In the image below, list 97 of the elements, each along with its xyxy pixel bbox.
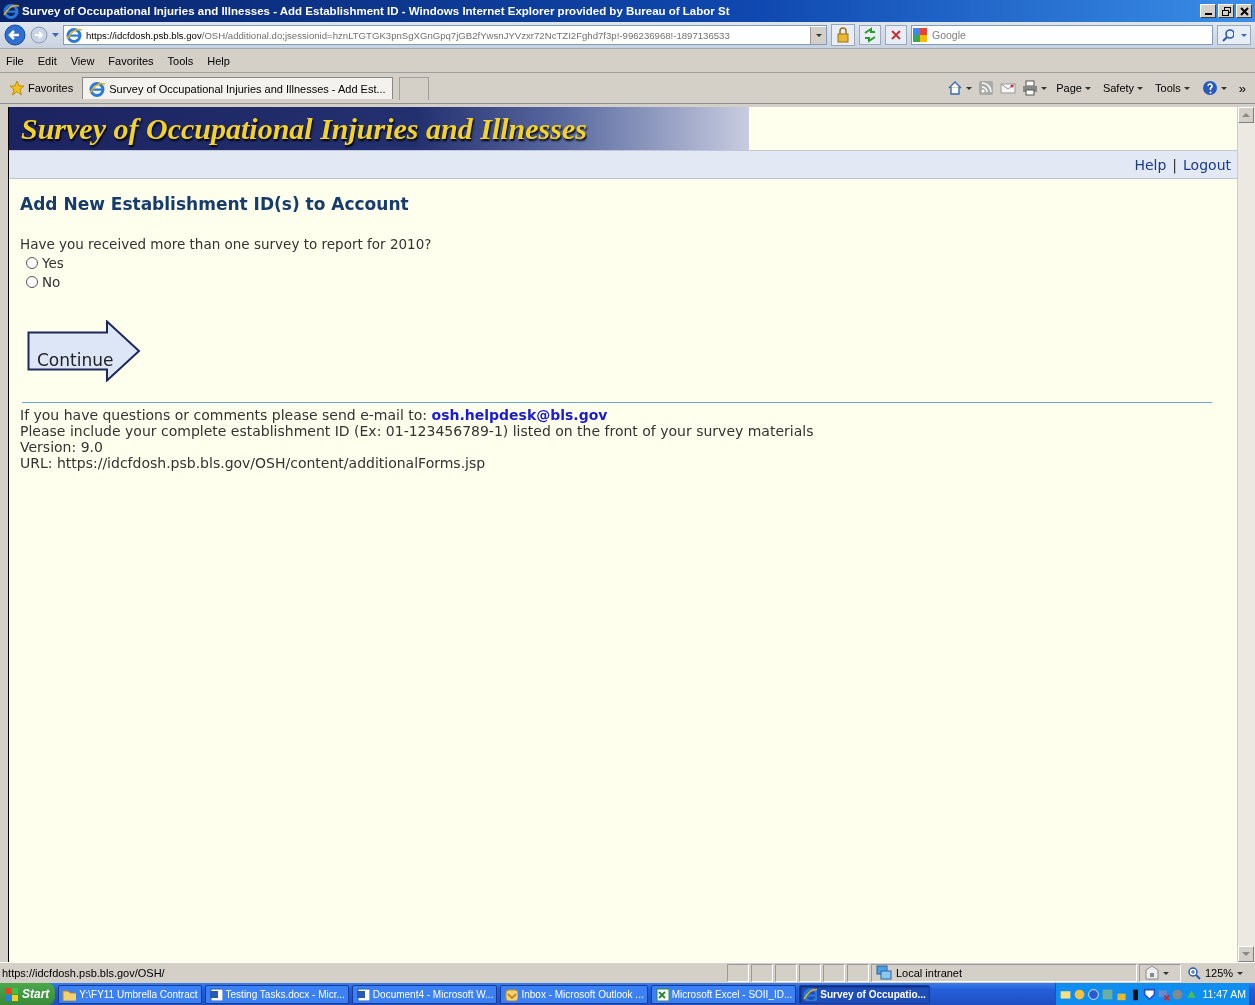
footer-text: Please include your complete establishment ID (Ex: 01-123456789-1) listed on the front of your survey materials (20, 423, 815, 439)
restore-icon (1220, 5, 1232, 17)
separator-text: | (1172, 156, 1178, 173)
taskbar-button[interactable]: Microsoft Excel - SOII_ID... (650, 984, 797, 1004)
close-icon (1238, 5, 1250, 17)
clock: 11:47 AM (1202, 988, 1246, 1000)
star-icon (9, 80, 25, 96)
menu-item[interactable]: Favorites (108, 54, 154, 67)
status-pane (847, 964, 869, 982)
caret-icon (1084, 86, 1091, 90)
mail-icon[interactable] (1000, 80, 1017, 96)
menu-item[interactable]: View (70, 54, 95, 67)
taskbar-button[interactable]: Inbox - Microsoft Outlook ... (500, 984, 648, 1004)
minimize-button[interactable] (1200, 4, 1216, 18)
lock-icon (835, 27, 851, 43)
taskbar-button[interactable]: Testing Tasks.docx - Micr... (204, 984, 349, 1004)
back-button[interactable] (4, 24, 26, 46)
refresh-button[interactable] (859, 25, 881, 45)
option-label: No (42, 274, 61, 290)
start-button[interactable]: Start (0, 983, 56, 1005)
taskbar-button[interactable]: Y:\FY11 Umbrella Contract (58, 984, 202, 1004)
favorites-button[interactable]: Favorites (6, 80, 77, 96)
status-text: https://idcfdosh.psb.bls.gov/OSH/ (2, 967, 166, 979)
refresh-icon (862, 27, 878, 43)
browser-icon (3, 3, 19, 19)
radio-button[interactable] (26, 257, 38, 269)
caret-icon (1137, 86, 1144, 90)
radio-button[interactable] (26, 276, 38, 288)
banner-title: Survey of Occupational Injuries and Illnesses (21, 111, 587, 146)
close-button[interactable] (1236, 4, 1252, 18)
help-icon (1201, 80, 1218, 96)
command-button[interactable]: Safety (1099, 82, 1147, 94)
option-label: Yes (42, 255, 64, 271)
browser-icon (803, 987, 818, 1001)
email-link[interactable]: osh.helpdesk@bls.gov (431, 407, 608, 423)
more-button[interactable]: » (1235, 80, 1249, 96)
address-field[interactable]: https://idcfdosh.psb.bls.gov/OSH/additional.do;jsessionid=hznLTGTGK3pnSgXGnGpq7jGB2fYwsnJYVzxr72NcTZI2Fghd7f3p!-996236968!-1897136533 (63, 25, 827, 45)
window-title: Survey of Occupational Injuries and Illnesses - Add Establishment ID - Windows Internet Explorer provided by Bureau of Labor St (22, 5, 731, 17)
caret-icon[interactable] (1163, 971, 1169, 975)
taskbar-button[interactable]: Survey of Occupatio... (799, 984, 930, 1004)
nav-link[interactable]: Logout (1183, 156, 1231, 173)
spreadsheet-icon (654, 987, 669, 1001)
browser-tab[interactable]: Survey of Occupational Injuries and Illnesses - Add Est... (82, 77, 393, 99)
caret-icon (1220, 86, 1227, 90)
windows-logo-icon (4, 986, 19, 1002)
minimize-icon (1204, 13, 1212, 15)
search-button[interactable] (1217, 25, 1251, 45)
printer-icon[interactable] (1022, 80, 1039, 96)
caret-icon[interactable] (966, 86, 973, 90)
zoom-icon (1187, 966, 1201, 980)
nav-link[interactable]: Help (1134, 156, 1167, 173)
history-caret-icon[interactable] (52, 33, 59, 37)
status-pane (727, 964, 749, 982)
network-icon (876, 965, 892, 981)
status-pane (823, 964, 845, 982)
scrollbar[interactable] (1237, 107, 1255, 962)
document-icon (208, 987, 223, 1001)
menu-item[interactable]: Tools (167, 54, 194, 67)
command-button[interactable]: Tools (1152, 82, 1193, 94)
page-heading: Add New Establishment ID(s) to Account (20, 194, 410, 214)
search-provider-icon (912, 27, 928, 43)
forward-button[interactable] (30, 26, 48, 44)
document-icon (355, 987, 370, 1001)
restore-button[interactable] (1218, 4, 1234, 18)
search-field[interactable]: Google (911, 25, 1213, 45)
scroll-up-icon[interactable] (1242, 113, 1250, 117)
footer-text: Version: 9.0 (20, 439, 104, 455)
caret-icon[interactable] (1041, 86, 1048, 90)
search-icon (1221, 28, 1234, 42)
zoom-button[interactable]: 125% (1183, 965, 1253, 981)
menu-item[interactable]: Help (207, 54, 230, 67)
dropdown-caret-icon[interactable] (815, 33, 822, 37)
status-pane (775, 964, 797, 982)
question-text: Have you received more than one survey to report for 2010? (20, 236, 433, 252)
scroll-down-icon[interactable] (1242, 952, 1250, 956)
arrow-shape-icon (27, 320, 141, 382)
mail-icon (504, 987, 519, 1001)
taskbar-button[interactable]: Document4 - Microsoft W... (351, 984, 498, 1004)
page-icon (66, 27, 82, 43)
continue-button[interactable]: Continue (27, 320, 141, 382)
stop-button[interactable] (885, 25, 907, 45)
command-button[interactable]: Page (1053, 82, 1094, 94)
caret-icon (1237, 971, 1244, 975)
folder-icon (62, 987, 77, 1001)
home-icon[interactable] (947, 80, 964, 96)
contact-text: If you have questions or comments please send e-mail to: osh.helpdesk@bls.gov (20, 407, 609, 423)
feeds-icon[interactable] (978, 80, 995, 96)
page-icon (89, 80, 106, 97)
zone-text: Local intranet (896, 967, 963, 979)
status-pane (751, 964, 773, 982)
menu-item[interactable]: File (6, 54, 24, 67)
caret-icon (1240, 33, 1247, 37)
tray-icon[interactable] (1143, 987, 1157, 1001)
menu-item[interactable]: Edit (37, 54, 57, 67)
caret-icon (1183, 86, 1190, 90)
status-pane (799, 964, 821, 982)
footer-text: URL: https://idcfdosh.psb.bls.gov/OSH/content/additionalForms.jsp (20, 455, 487, 471)
